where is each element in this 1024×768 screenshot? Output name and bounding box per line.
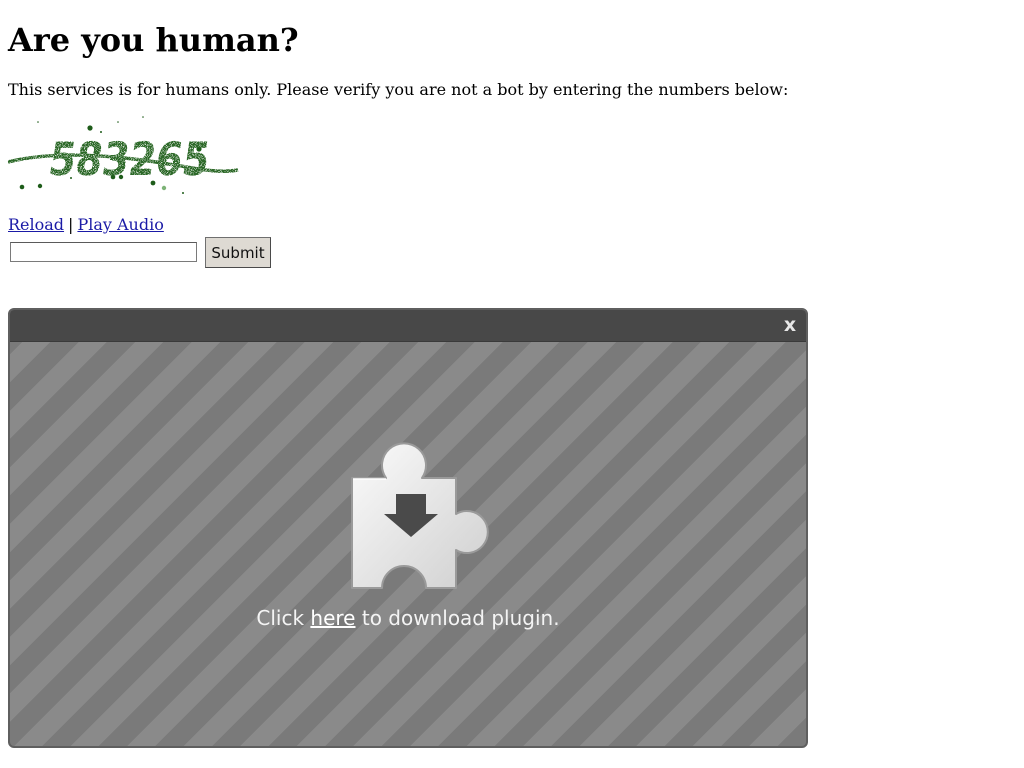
link-separator: | (68, 215, 74, 234)
reload-link[interactable]: Reload (8, 215, 64, 234)
download-plugin-link[interactable]: here (310, 606, 355, 630)
plugin-message: Click here to download plugin. (10, 604, 806, 632)
intro-text: This services is for humans only. Please… (8, 80, 789, 99)
captcha-code: 583265 (46, 132, 214, 186)
page: Are you human? This services is for huma… (0, 0, 1024, 768)
play-audio-link[interactable]: Play Audio (77, 215, 163, 234)
plugin-message-prefix: Click (256, 606, 305, 630)
puzzle-download-icon (351, 442, 489, 589)
plugin-titlebar: x (10, 310, 806, 342)
close-button[interactable]: x (780, 313, 800, 337)
plugin-placeholder: x Click here to download plugin. (8, 308, 808, 748)
captcha-links: Reload | Play Audio (8, 214, 164, 236)
captcha-answer-input[interactable] (10, 242, 197, 262)
captcha-image: 583265 (7, 116, 239, 194)
plugin-message-suffix: to download plugin. (361, 606, 560, 630)
submit-button[interactable]: Submit (205, 237, 271, 268)
page-title: Are you human? (8, 21, 299, 59)
